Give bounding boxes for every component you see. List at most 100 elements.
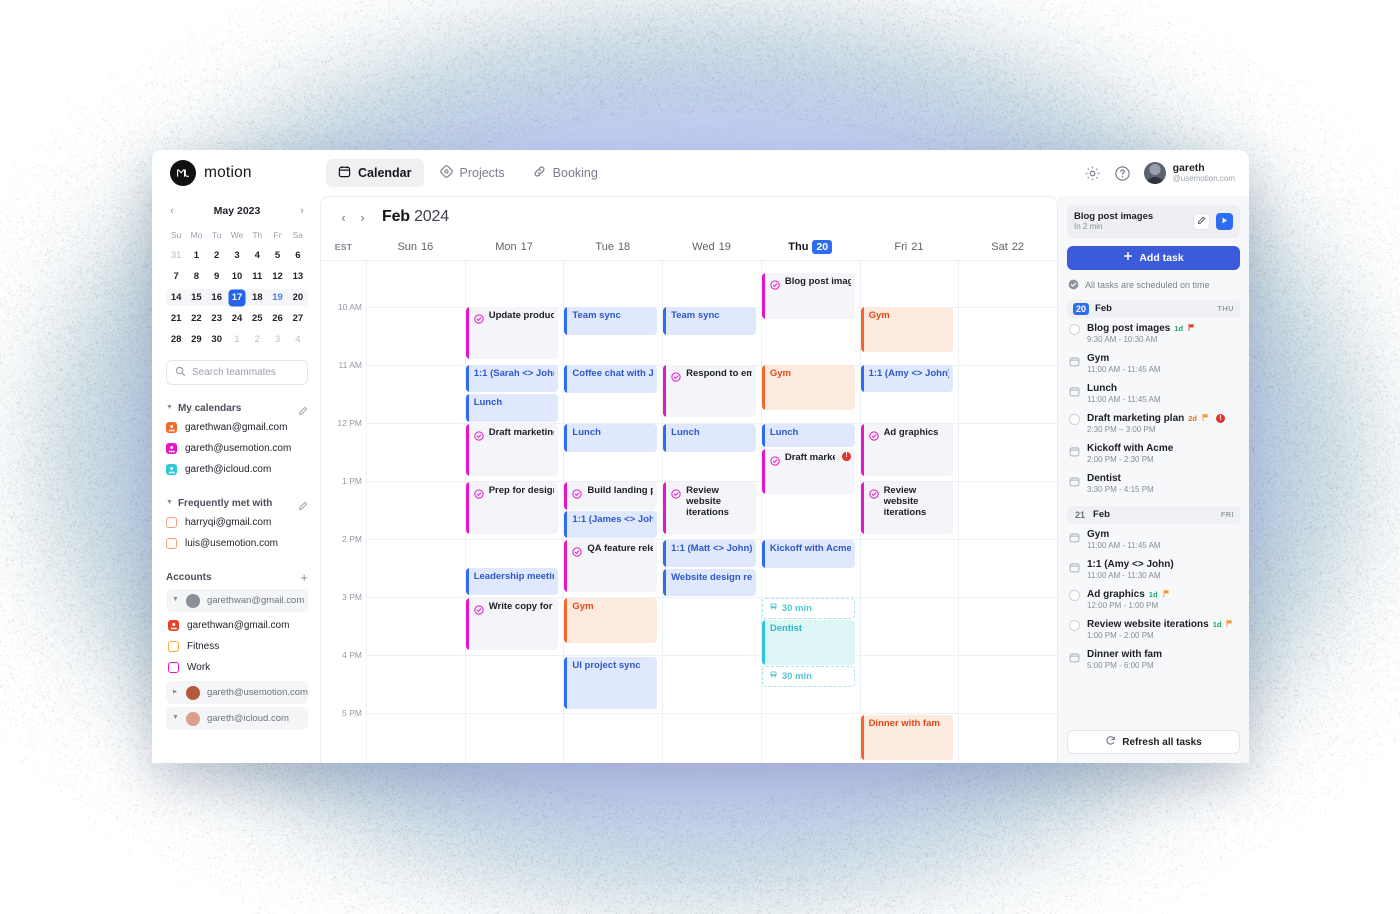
task-list-item[interactable]: Kickoff with Acme 2:00 PM - 2:30 PM <box>1067 438 1240 468</box>
mini-cal-day-26[interactable]: 26 <box>267 310 287 327</box>
mini-cal-day-25[interactable]: 25 <box>247 310 267 327</box>
mini-cal-day-28[interactable]: 28 <box>166 331 186 348</box>
mini-cal-day-12[interactable]: 12 <box>267 268 287 285</box>
task-check-icon[interactable] <box>770 277 780 287</box>
chevron-right-icon[interactable]: ▼ <box>172 688 179 695</box>
task-list-item[interactable]: Blog post images 1d 9:30 AM - 10:30 AM <box>1067 318 1240 348</box>
calendar-event[interactable]: UI project sync <box>564 657 657 709</box>
mini-cal-day-19[interactable]: 19 <box>267 289 287 306</box>
calendar-event[interactable]: Prep for design <box>466 482 559 534</box>
task-list-item[interactable]: 1:1 (Amy <> John) 11:00 AM - 11:30 AM <box>1067 554 1240 584</box>
mini-cal-day-7[interactable]: 7 <box>166 268 186 285</box>
task-check-icon[interactable] <box>572 544 582 554</box>
chevron-down-icon[interactable]: ▼ <box>172 714 179 721</box>
mini-cal-prev-button[interactable]: ‹ <box>166 205 178 217</box>
task-check-icon[interactable] <box>474 602 484 612</box>
start-timer-button[interactable] <box>1216 213 1233 230</box>
frequently-met-item[interactable]: luis@usemotion.com <box>166 533 308 554</box>
calendar-event[interactable]: Dinner with fam <box>861 715 954 760</box>
calendar-event[interactable]: Website design rev <box>663 569 756 596</box>
mini-cal-next-button[interactable]: › <box>296 205 308 217</box>
calendar-event[interactable]: Draft market! <box>762 449 855 494</box>
calendar-event[interactable]: Respond to em <box>663 365 756 417</box>
day-header-sun[interactable]: Sun 16 <box>366 240 465 254</box>
mini-cal-day-9[interactable]: 9 <box>207 268 227 285</box>
pencil-icon[interactable] <box>298 403 308 413</box>
mini-cal-day-2[interactable]: 2 <box>247 331 267 348</box>
task-list-item[interactable]: Ad graphics 1d 12:00 PM - 1:00 PM <box>1067 584 1240 614</box>
mini-cal-day-4[interactable]: 4 <box>288 331 308 348</box>
frequently-met-header[interactable]: ▼ Frequently met with <box>166 494 308 512</box>
task-list-item[interactable]: Dinner with fam 5:00 PM - 6:00 PM <box>1067 644 1240 674</box>
account-calendar-item[interactable]: Fitness <box>166 636 308 657</box>
calendar-event[interactable]: Draft marketing <box>466 424 559 476</box>
calendar-event[interactable]: Lunch <box>564 424 657 452</box>
calendar-event[interactable]: Gym <box>762 365 855 410</box>
calendar-event[interactable]: Dentist <box>762 620 855 665</box>
task-list-item[interactable]: Gym 11:00 AM - 11:45 AM <box>1067 348 1240 378</box>
day-header-fri[interactable]: Fri 21 <box>860 240 959 254</box>
calendar-event[interactable]: Build landing p <box>564 482 657 510</box>
mini-cal-day-10[interactable]: 10 <box>227 268 247 285</box>
day-header-sat[interactable]: Sat 22 <box>958 240 1057 254</box>
calendar-event[interactable]: Review website iterations <box>663 482 756 534</box>
mini-cal-day-23[interactable]: 23 <box>207 310 227 327</box>
task-list-item[interactable]: Dentist 3:30 PM - 4:15 PM <box>1067 468 1240 498</box>
calendar-event[interactable]: 30 min <box>762 666 855 687</box>
mini-cal-day-2[interactable]: 2 <box>207 247 227 264</box>
day-header-thu[interactable]: Thu 20 <box>761 240 860 254</box>
task-list-item[interactable]: Gym 11:00 AM - 11:45 AM <box>1067 524 1240 554</box>
mini-cal-day-3[interactable]: 3 <box>227 247 247 264</box>
task-check-icon[interactable] <box>474 428 484 438</box>
calendar-event[interactable]: Update produc <box>466 307 559 359</box>
task-list-item[interactable]: Review website iterations 1d 1:00 PM - 2:0… <box>1067 614 1240 644</box>
chevron-down-icon[interactable]: ▼ <box>172 596 179 603</box>
mini-cal-day-4[interactable]: 4 <box>247 247 267 264</box>
task-list-item[interactable]: Lunch 11:00 AM - 11:45 AM <box>1067 378 1240 408</box>
calendar-event[interactable]: 1:1 (Amy <> John) <box>861 365 954 392</box>
task-check-icon[interactable] <box>474 311 484 321</box>
calendar-next-button[interactable]: › <box>354 207 371 227</box>
mini-cal-day-16[interactable]: 16 <box>207 289 227 306</box>
task-complete-checkbox[interactable] <box>1069 590 1080 601</box>
calendar-event[interactable]: Leadership meetin <box>466 568 559 595</box>
calendar-prev-button[interactable]: ‹ <box>335 207 352 227</box>
refresh-all-tasks-button[interactable]: Refresh all tasks <box>1067 730 1240 754</box>
task-check-icon[interactable] <box>671 369 681 379</box>
mini-cal-day-24[interactable]: 24 <box>227 310 247 327</box>
calendar-event[interactable]: Kickoff with Acme <box>762 540 855 568</box>
search-input[interactable] <box>192 367 299 378</box>
calendar-event[interactable]: Coffee chat with J <box>564 365 657 393</box>
tab-projects[interactable]: Projects <box>428 159 517 187</box>
mini-cal-day-30[interactable]: 30 <box>207 331 227 348</box>
calendar-event[interactable]: QA feature rele <box>564 540 657 592</box>
mini-cal-day-5[interactable]: 5 <box>267 247 287 264</box>
tab-calendar[interactable]: Calendar <box>326 159 424 187</box>
task-check-icon[interactable] <box>869 428 879 438</box>
mini-cal-day-29[interactable]: 29 <box>186 331 206 348</box>
account-calendar-item[interactable]: garethwan@gmail.com <box>166 615 308 636</box>
task-check-icon[interactable] <box>770 453 780 463</box>
calendar-event[interactable]: Gym <box>564 598 657 643</box>
mini-cal-day-17[interactable]: 17 <box>227 289 247 306</box>
calendar-event[interactable]: Team sync <box>564 307 657 335</box>
search-teammates-box[interactable] <box>166 360 308 385</box>
mini-cal-day-1[interactable]: 1 <box>227 331 247 348</box>
edit-task-button[interactable] <box>1193 213 1210 230</box>
task-check-icon[interactable] <box>474 486 484 496</box>
mini-cal-day-27[interactable]: 27 <box>288 310 308 327</box>
calendar-event[interactable]: Ad graphics <box>861 424 954 476</box>
task-check-icon[interactable] <box>671 486 681 496</box>
task-list-item[interactable]: Draft marketing plan 2d! 2:30 PM – 3:00 PM <box>1067 408 1240 438</box>
calendar-event[interactable]: Review website iterations <box>861 482 954 534</box>
question-circle-icon[interactable] <box>1114 165 1131 182</box>
my-calendars-header[interactable]: ▼ My calendars <box>166 399 308 417</box>
mini-cal-day-20[interactable]: 20 <box>288 289 308 306</box>
calendar-event[interactable]: Gym <box>861 307 954 352</box>
mini-cal-day-14[interactable]: 14 <box>166 289 186 306</box>
user-menu[interactable]: gareth @usemotion.com <box>1144 162 1235 184</box>
day-header-wed[interactable]: Wed 19 <box>662 240 761 254</box>
calendar-event[interactable]: 1:1 (Matt <> John) <box>663 540 756 567</box>
account-row[interactable]: ▼ garethwan@gmail.com <box>166 589 308 612</box>
my-calendar-item[interactable]: garethwan@gmail.com <box>166 417 308 438</box>
